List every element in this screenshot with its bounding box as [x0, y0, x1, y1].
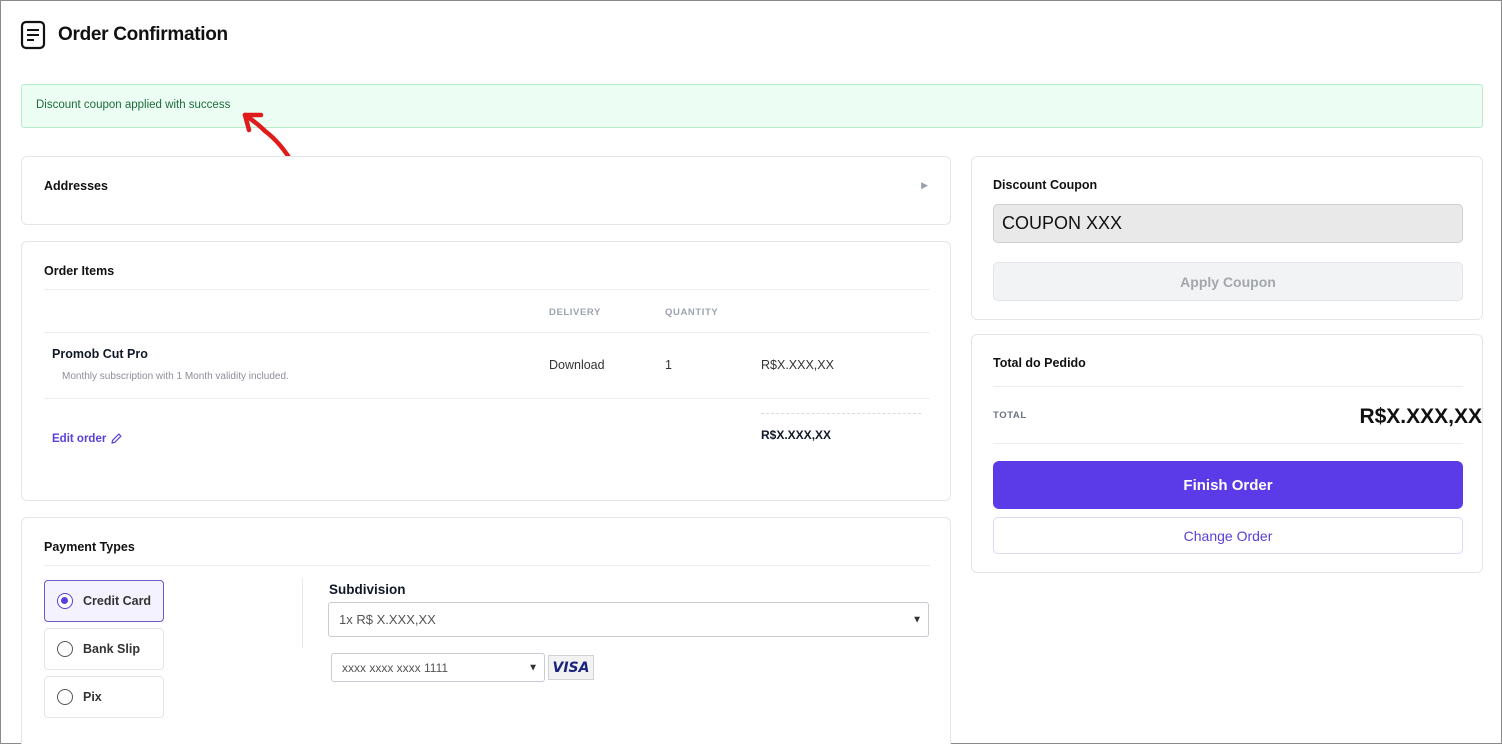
order-total-title: Total do Pedido — [993, 356, 1086, 370]
payment-types-card: Payment Types Credit Card Bank Slip Pix … — [21, 517, 951, 744]
chevron-down-icon: ▼ — [528, 662, 538, 673]
edit-order-label: Edit order — [52, 432, 107, 445]
caret-right-icon[interactable]: ▶ — [921, 180, 928, 191]
change-order-button[interactable]: Change Order — [993, 517, 1463, 554]
apply-coupon-label: Apply Coupon — [1180, 273, 1276, 290]
product-price: R$X.XXX,XX — [761, 358, 834, 372]
addresses-card[interactable]: Addresses ▶ — [21, 156, 951, 225]
product-name: Promob Cut Pro — [52, 347, 148, 361]
card-select[interactable]: xxxx xxxx xxxx 1111 ▼ — [331, 653, 545, 682]
subdivision-label: Subdivision — [329, 582, 406, 597]
product-quantity: 1 — [665, 358, 672, 372]
payment-option-label: Credit Card — [83, 594, 152, 608]
card-brand: VISA — [552, 659, 590, 676]
vertical-divider — [302, 578, 303, 648]
visa-card-icon: VISA — [548, 655, 594, 680]
change-order-label: Change Order — [1183, 527, 1273, 544]
finish-order-button[interactable]: Finish Order — [993, 461, 1463, 509]
radio-icon[interactable] — [57, 641, 73, 657]
subdivision-select[interactable]: 1x R$ X.XXX,XX ▼ — [328, 602, 929, 637]
divider — [993, 443, 1463, 444]
product-delivery: Download — [549, 358, 605, 372]
column-header-delivery: DELIVERY — [549, 307, 601, 318]
subtotal-divider — [761, 413, 921, 414]
alert-message: Discount coupon applied with success — [36, 99, 231, 111]
divider — [44, 565, 930, 566]
radio-icon[interactable] — [57, 689, 73, 705]
document-icon — [20, 20, 46, 50]
divider — [44, 398, 930, 399]
pencil-icon — [111, 433, 122, 444]
addresses-title: Addresses — [44, 179, 108, 193]
product-description: Monthly subscription with 1 Month validi… — [62, 371, 289, 382]
payment-types-title: Payment Types — [44, 540, 135, 554]
subdivision-value: 1x R$ X.XXX,XX — [339, 612, 436, 627]
column-header-quantity: QUANTITY — [665, 307, 719, 318]
divider — [44, 289, 930, 290]
payment-option-pix[interactable]: Pix — [44, 676, 164, 718]
payment-option-credit-card[interactable]: Credit Card — [44, 580, 164, 622]
edit-order-link[interactable]: Edit order — [52, 432, 123, 445]
chevron-down-icon: ▼ — [912, 614, 922, 625]
card-value: xxxx xxxx xxxx 1111 — [342, 660, 449, 675]
payment-option-label: Pix — [83, 690, 102, 704]
payment-option-label: Bank Slip — [83, 642, 140, 656]
payment-option-bank-slip[interactable]: Bank Slip — [44, 628, 164, 670]
total-value: R$X.XXX,XX — [1359, 405, 1482, 428]
finish-order-label: Finish Order — [1183, 476, 1273, 494]
apply-coupon-button[interactable]: Apply Coupon — [993, 262, 1463, 301]
order-subtotal: R$X.XXX,XX — [761, 428, 832, 442]
page-title: Order Confirmation — [58, 24, 228, 45]
order-total-card: Total do Pedido TOTAL R$X.XXX,XX Finish … — [971, 334, 1483, 573]
radio-selected-icon[interactable] — [57, 593, 73, 609]
order-items-title: Order Items — [44, 264, 115, 278]
discount-coupon-title: Discount Coupon — [993, 178, 1098, 192]
divider — [993, 386, 1463, 387]
divider — [44, 332, 930, 333]
total-label: TOTAL — [993, 410, 1027, 421]
order-items-card: Order Items DELIVERY QUANTITY Promob Cut… — [21, 241, 951, 501]
discount-coupon-card: Discount Coupon COUPON XXX Apply Coupon — [971, 156, 1483, 320]
page-header: Order Confirmation — [20, 19, 228, 51]
coupon-value: COUPON XXX — [1002, 213, 1123, 233]
coupon-input[interactable]: COUPON XXX — [993, 204, 1463, 243]
